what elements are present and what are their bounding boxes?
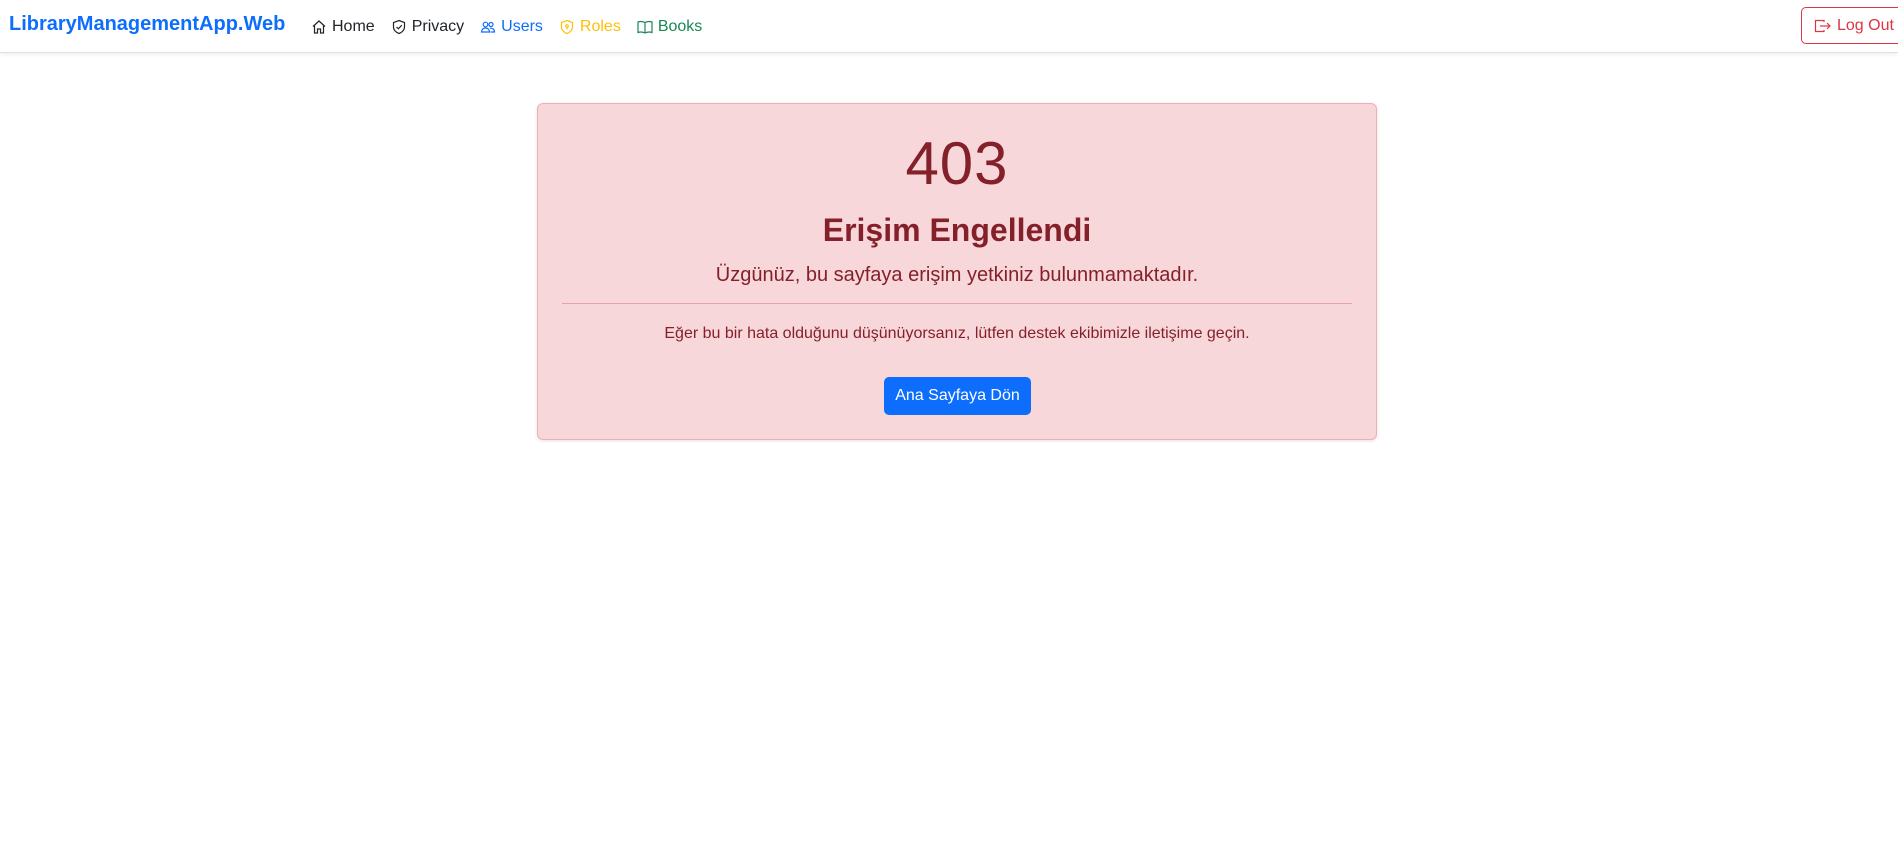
error-subtitle: Üzgünüz, bu sayfaya erişim yetkiniz bulu… xyxy=(715,264,1199,286)
nav-link-privacy[interactable]: Privacy xyxy=(391,18,464,36)
brand-link[interactable]: LibraryManagementApp.Web xyxy=(9,13,285,36)
nav-link-label: Books xyxy=(657,17,703,35)
people-icon xyxy=(480,19,496,35)
back-to-home-button[interactable]: Ana Sayfaya Dön xyxy=(884,377,1031,415)
nav-link-label: Users xyxy=(501,17,543,35)
help-text: Eğer bu bir hata olduğunu düşünüyorsanız… xyxy=(664,325,1250,342)
divider xyxy=(562,303,1352,304)
nav-link-books[interactable]: Books xyxy=(637,18,702,36)
house-icon xyxy=(311,19,327,35)
nav-link-label: Roles xyxy=(579,17,621,35)
logout-button[interactable]: Log Out xyxy=(1801,7,1898,44)
shield-check-icon xyxy=(391,19,407,35)
book-icon xyxy=(637,19,653,35)
shield-lock-icon xyxy=(559,19,575,35)
box-arrow-right-icon xyxy=(1814,18,1832,34)
nav-link-home[interactable]: Home xyxy=(311,18,375,36)
nav-link-label: Privacy xyxy=(411,17,465,35)
nav-link-users[interactable]: Users xyxy=(480,18,543,36)
top-navbar: LibraryManagementApp.Web Home Privacy Us… xyxy=(0,0,1898,53)
error-title: Erişim Engellendi xyxy=(822,212,1092,248)
nav-link-roles[interactable]: Roles xyxy=(559,18,621,36)
logout-label: Log Out xyxy=(1837,16,1894,34)
nav-link-label: Home xyxy=(332,17,375,35)
nav-links: Home Privacy Users Roles Books xyxy=(311,0,718,53)
access-denied-alert: 403 Erişim Engellendi Üzgünüz, bu sayfay… xyxy=(537,103,1377,440)
error-code: 403 xyxy=(905,130,1009,197)
